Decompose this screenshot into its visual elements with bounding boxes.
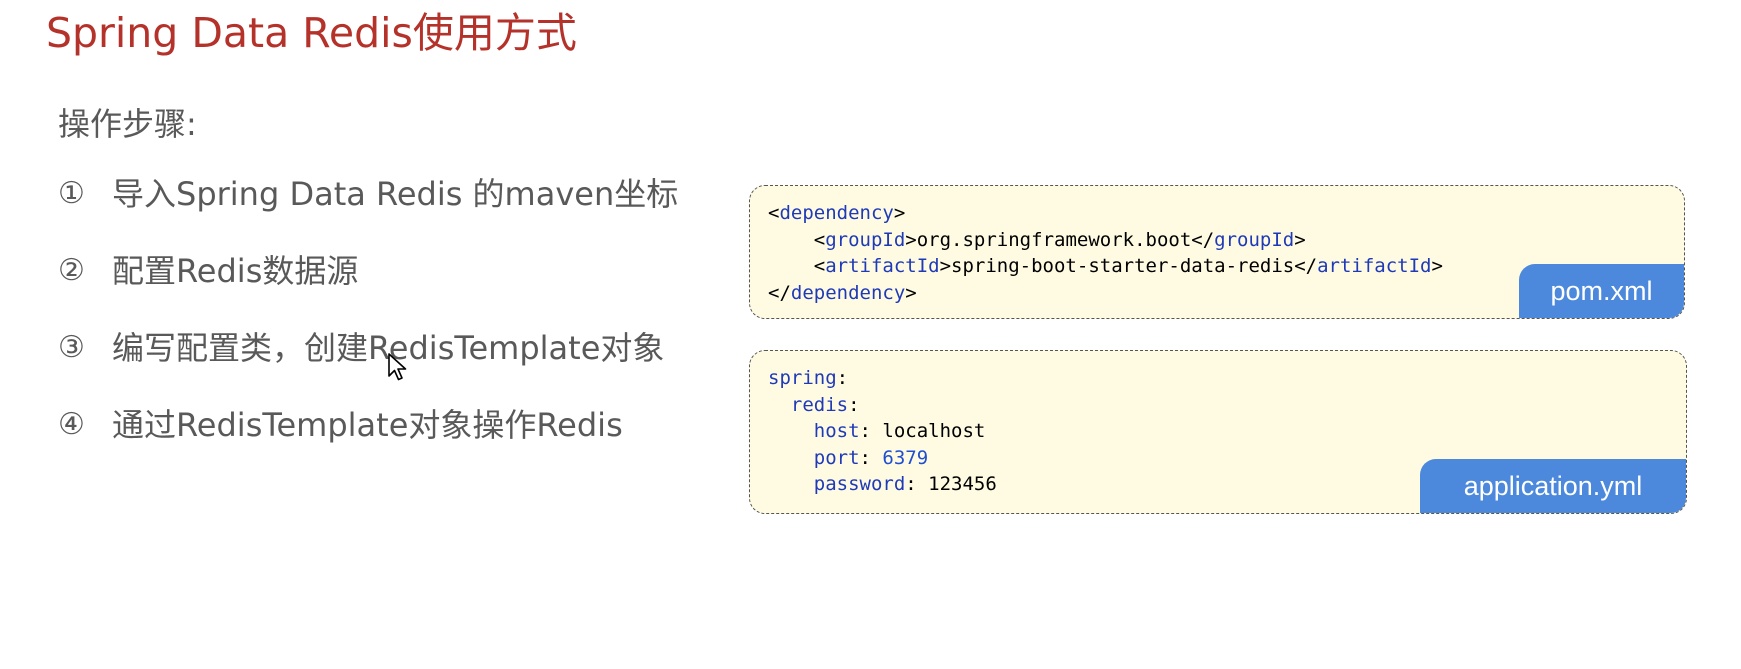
step-number: ① — [58, 176, 85, 212]
step-1: ① 导入Spring Data Redis 的maven坐标 — [58, 174, 678, 214]
code-value: 123456 — [928, 473, 997, 495]
page-title: Spring Data Redis使用方式 — [46, 9, 577, 57]
code-tag: dependency — [790, 281, 906, 304]
code-key: spring — [768, 367, 837, 389]
step-number: ③ — [58, 330, 85, 366]
step-text: 配置Redis数据源 — [112, 252, 359, 290]
code-tag: dependency — [779, 202, 894, 224]
step-3: ③ 编写配置类，创建RedisTemplate对象 — [58, 328, 664, 368]
code-value: org.springframework.boot — [916, 228, 1192, 251]
step-number: ② — [58, 253, 85, 289]
yml-code-box: spring: redis: host: localhost port: 637… — [749, 350, 1687, 514]
step-2: ② 配置Redis数据源 — [58, 251, 358, 291]
yml-code: spring: redis: host: localhost port: 637… — [768, 367, 997, 495]
yml-file-label: application.yml — [1420, 459, 1686, 513]
code-value: 6379 — [882, 446, 929, 469]
code-tag: groupId — [825, 228, 906, 251]
code-value: localhost — [882, 420, 986, 442]
pom-code: <dependency> <groupId>org.springframewor… — [768, 202, 1443, 304]
step-text: 通过RedisTemplate对象操作Redis — [112, 406, 623, 444]
code-key: port — [813, 446, 860, 469]
code-key: redis — [790, 393, 849, 416]
pom-code-box: <dependency> <groupId>org.springframewor… — [749, 185, 1685, 319]
pom-file-label: pom.xml — [1519, 264, 1684, 318]
code-key: host — [813, 420, 860, 442]
code-tag: artifactId — [825, 255, 940, 277]
code-tag: artifactId — [1317, 255, 1432, 277]
step-number: ④ — [58, 407, 85, 443]
code-tag: groupId — [1214, 228, 1295, 251]
code-key: password — [813, 473, 906, 495]
code-value: spring-boot-starter-data-redis — [951, 255, 1295, 277]
mouse-pointer-icon — [388, 353, 407, 381]
steps-heading: 操作步骤: — [58, 105, 197, 143]
step-4: ④ 通过RedisTemplate对象操作Redis — [58, 405, 623, 445]
step-text: 导入Spring Data Redis 的maven坐标 — [112, 175, 679, 213]
